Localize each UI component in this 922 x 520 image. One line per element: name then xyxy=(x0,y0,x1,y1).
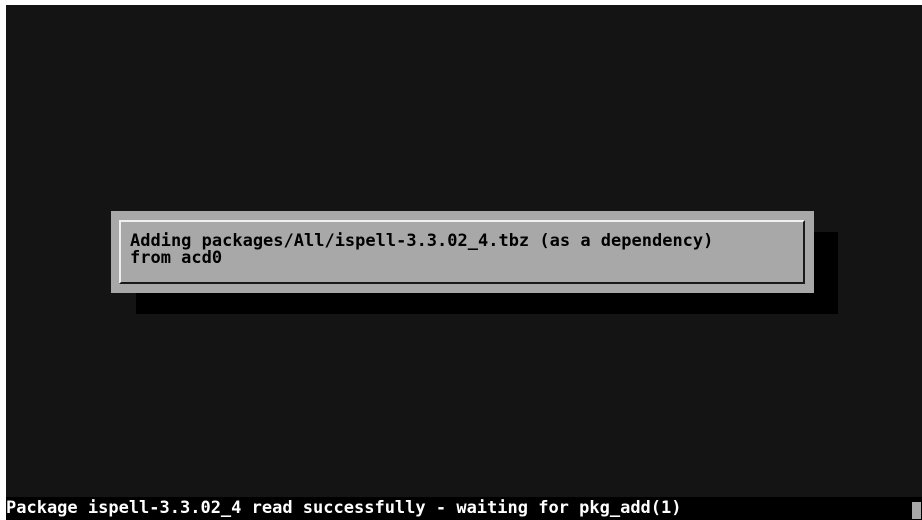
dialog-line-2: from acd0 xyxy=(130,248,223,268)
text-cursor xyxy=(912,502,921,519)
progress-dialog: Adding packages/All/ispell-3.3.02_4.tbz … xyxy=(111,211,814,293)
console-screen: Adding packages/All/ispell-3.3.02_4.tbz … xyxy=(6,5,922,520)
status-message: Package ispell-3.3.02_4 read successfull… xyxy=(6,498,682,518)
dialog-message: Adding packages/All/ispell-3.3.02_4.tbz … xyxy=(130,233,713,267)
status-bar: Package ispell-3.3.02_4 read successfull… xyxy=(6,497,922,520)
